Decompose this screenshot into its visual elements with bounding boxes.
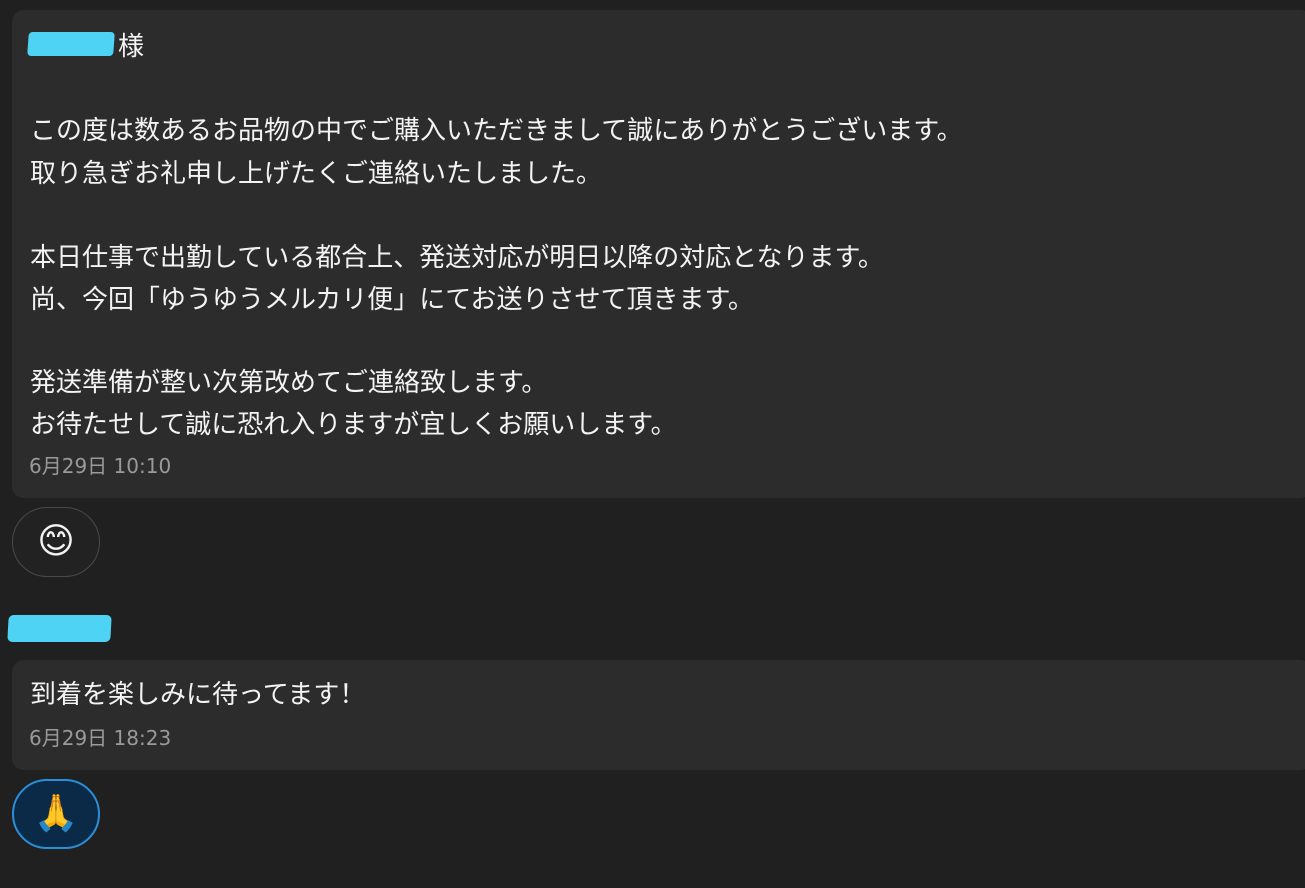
reaction-button-selected[interactable]: 🙏 <box>12 779 100 849</box>
message-timestamp: 6月29日 18:23 <box>29 726 172 750</box>
salutation-suffix: 様 <box>118 32 145 62</box>
smiling-face-icon: 😊 <box>37 521 75 562</box>
chat-thread: 様 この度は数あるお品物の中でご購入いただきまして誠にありがとうございます。 取… <box>0 0 1305 888</box>
folded-hands-icon: 🙏 <box>33 793 79 834</box>
redacted-name <box>27 32 115 56</box>
redacted-sender-name <box>7 615 112 642</box>
message-line: 尚、今回「ゆうゆうメルカリ便」にてお送りさせて頂きます。 <box>30 285 754 315</box>
message-line: この度は数あるお品物の中でご購入いただきまして誠にありがとうございます。 <box>30 116 963 146</box>
message-timestamp: 6月29日 10:10 <box>29 454 172 478</box>
message-line: 本日仕事で出勤している都合上、発送対応が明日以降の対応となります。 <box>30 243 884 273</box>
reaction-button[interactable]: 😊 <box>12 507 100 577</box>
message-line: 発送準備が整い次第改めてご連絡致します。 <box>30 368 548 398</box>
message-bubble[interactable]: 到着を楽しみに待ってます！ 6月29日 18:23 <box>12 660 1305 770</box>
message-line: 到着を楽しみに待ってます！ <box>30 680 366 710</box>
message-line: お待たせして誠に恐れ入りますが宜しくお願いします。 <box>30 410 677 440</box>
message-bubble[interactable]: 様 この度は数あるお品物の中でご購入いただきまして誠にありがとうございます。 取… <box>12 10 1305 498</box>
message-line: 取り急ぎお礼申し上げたくご連絡いたしました。 <box>30 159 603 189</box>
